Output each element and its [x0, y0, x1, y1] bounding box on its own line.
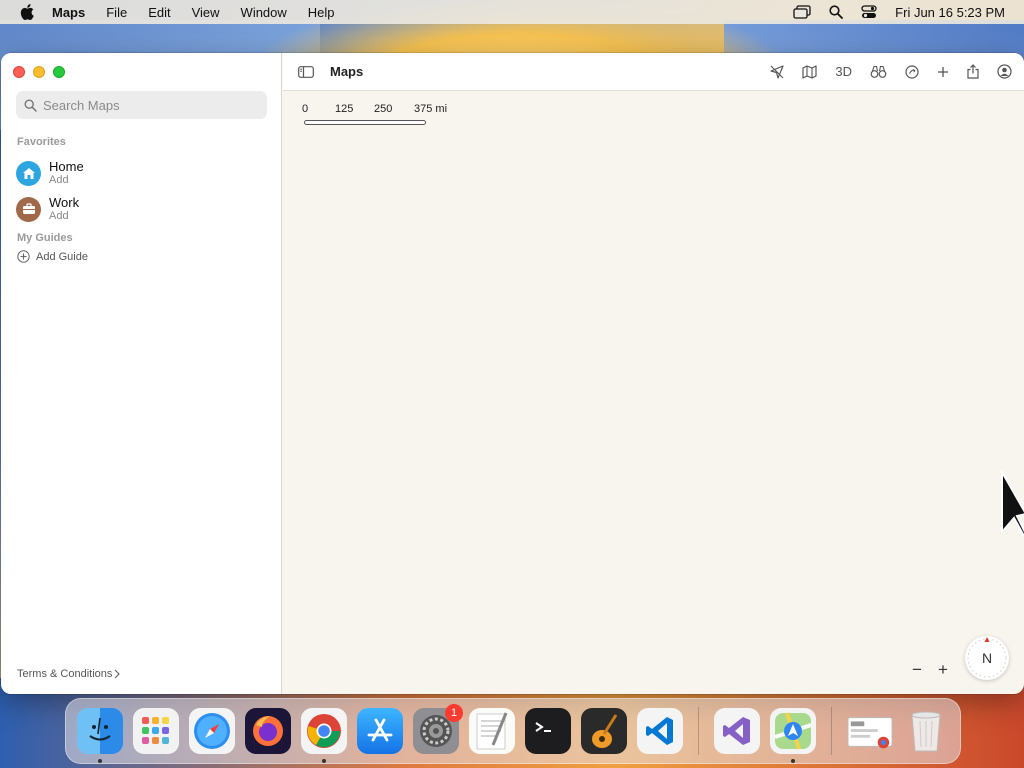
control-center-icon[interactable]	[861, 5, 877, 19]
finder-icon	[89, 717, 111, 741]
close-button[interactable]	[13, 66, 25, 78]
favorite-home[interactable]: Home Add	[16, 159, 84, 187]
terms-link[interactable]: Terms & Conditions	[17, 668, 121, 680]
zoom-controls: − +	[906, 659, 954, 681]
map-scale: 0 125 250 375 mi	[302, 103, 472, 125]
dock-app-store[interactable]	[357, 708, 403, 754]
my-guides-heading: My Guides	[17, 232, 73, 244]
dock-maps[interactable]	[770, 708, 816, 763]
favorite-home-title: Home	[49, 159, 84, 174]
window-title: Maps	[330, 64, 364, 79]
running-indicator	[322, 759, 326, 763]
running-indicator	[791, 759, 795, 763]
dock-chrome[interactable]	[301, 708, 347, 763]
scale-label-250: 250	[374, 103, 393, 115]
spotlight-search-icon[interactable]	[829, 5, 844, 19]
dock: 1	[65, 698, 961, 764]
scale-label-375: 375 mi	[414, 103, 448, 115]
dock-terminal[interactable]	[525, 708, 571, 754]
dock-separator	[831, 707, 832, 755]
dock-vscode[interactable]	[637, 708, 683, 754]
menu-clock[interactable]: Fri Jun 16 5:23 PM	[895, 5, 1005, 20]
look-around-icon[interactable]	[870, 65, 887, 79]
mouse-cursor-icon	[1000, 468, 1024, 543]
toolbar: Maps 3D	[283, 53, 1024, 91]
screen-mirroring-icon[interactable]	[793, 5, 811, 19]
dock-visual-studio[interactable]	[714, 708, 760, 754]
dock-launchpad[interactable]	[133, 708, 179, 754]
menu-window[interactable]: Window	[241, 5, 287, 20]
zoom-button[interactable]	[53, 66, 65, 78]
favorite-home-subtitle: Add	[49, 174, 69, 186]
house-icon	[16, 160, 41, 186]
menu-view[interactable]: View	[192, 5, 220, 20]
menu-app-name[interactable]: Maps	[52, 5, 85, 20]
add-guide-button[interactable]: Add Guide	[17, 250, 88, 263]
guitar-icon	[592, 714, 618, 748]
search-field[interactable]	[16, 91, 267, 119]
chevron-right-icon	[114, 669, 121, 679]
sidebar: Favorites Home Add Work Add My Guides	[1, 53, 282, 694]
vscode-icon	[646, 717, 673, 745]
maps-app-icon	[774, 712, 812, 750]
dock-separator	[698, 707, 699, 755]
zoom-out-button[interactable]: −	[906, 660, 928, 680]
dock-finder[interactable]	[77, 708, 123, 763]
apple-menu-icon[interactable]	[18, 3, 36, 21]
traffic-icon[interactable]	[905, 64, 919, 79]
dock-firefox[interactable]	[245, 708, 291, 754]
favorite-work-subtitle: Add	[49, 210, 69, 222]
textedit-icon	[476, 712, 508, 750]
maps-window: Favorites Home Add Work Add My Guides	[1, 53, 1024, 694]
firefox-icon	[253, 716, 283, 746]
terminal-icon	[535, 722, 551, 732]
window-thumbnail-icon	[847, 717, 893, 749]
visual-studio-icon	[723, 717, 750, 745]
dock-trash[interactable]	[903, 708, 949, 754]
scale-label-0: 0	[302, 103, 309, 115]
menu-help[interactable]: Help	[308, 5, 335, 20]
briefcase-icon	[16, 196, 41, 222]
minimize-button[interactable]	[33, 66, 45, 78]
search-input[interactable]	[43, 97, 253, 113]
traffic-lights	[13, 66, 65, 78]
dock-preview-window[interactable]	[847, 708, 893, 754]
scale-bar	[304, 120, 426, 125]
chrome-icon	[307, 714, 341, 748]
launchpad-icon	[142, 717, 169, 744]
terms-label: Terms & Conditions	[17, 668, 113, 680]
location-arrow-icon[interactable]	[770, 64, 784, 79]
plus-circle-icon	[17, 250, 30, 263]
search-icon	[24, 98, 37, 112]
3d-toggle[interactable]: 3D	[835, 64, 852, 79]
compass-ring-icon	[967, 637, 1007, 678]
safari-compass-icon	[194, 713, 230, 749]
sidebar-toggle-icon[interactable]	[298, 65, 314, 78]
zoom-in-button[interactable]: +	[932, 660, 954, 680]
app-store-icon	[367, 718, 393, 742]
menu-file[interactable]: File	[106, 5, 127, 20]
dock-garageband[interactable]	[581, 708, 627, 754]
favorite-work-title: Work	[49, 195, 80, 210]
share-icon[interactable]	[967, 64, 979, 79]
scale-label-125: 125	[335, 103, 354, 115]
compass-button[interactable]: N	[965, 636, 1009, 680]
running-indicator	[98, 759, 102, 763]
trash-icon	[911, 711, 941, 752]
notification-badge: 1	[445, 704, 463, 722]
dock-system-settings[interactable]: 1	[413, 704, 463, 754]
map-icon[interactable]	[802, 64, 817, 79]
dock-safari[interactable]	[189, 708, 235, 754]
menu-edit[interactable]: Edit	[148, 5, 170, 20]
add-icon[interactable]	[937, 66, 949, 78]
favorite-work[interactable]: Work Add	[16, 195, 79, 223]
favorites-heading: Favorites	[17, 136, 66, 148]
add-guide-label: Add Guide	[36, 250, 88, 263]
dock-textedit[interactable]	[469, 708, 515, 754]
account-icon[interactable]	[997, 64, 1012, 79]
menu-bar: Maps File Edit View Window Help Fri Jun …	[0, 0, 1024, 24]
